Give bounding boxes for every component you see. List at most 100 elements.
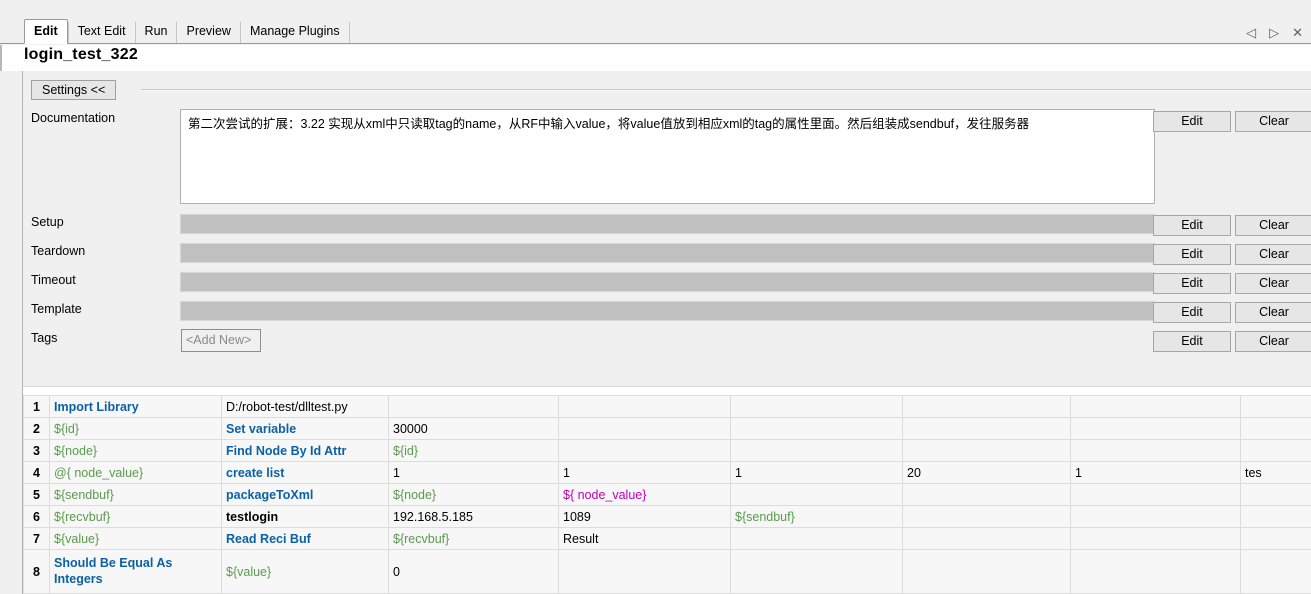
table-cell[interactable]: D:/robot-test/dlltest.py [221,395,389,418]
table-cell[interactable]: Should Be Equal As Integers [49,549,222,594]
table-cell[interactable] [1240,417,1311,440]
teardown-field[interactable] [179,242,1156,264]
documentation-edit-button[interactable]: Edit [1153,111,1231,132]
table-cell[interactable] [1070,417,1241,440]
table-cell[interactable] [730,395,903,418]
template-edit-button[interactable]: Edit [1153,302,1231,323]
table-cell[interactable]: @{ node_value} [49,461,222,484]
table-cell[interactable]: 1 [388,461,559,484]
table-cell[interactable]: create list [221,461,389,484]
table-row[interactable]: 6 ${recvbuf} testlogin 192.168.5.185 1089 ${s… [23,505,1311,528]
table-cell [1070,483,1241,506]
table-cell[interactable] [558,395,731,418]
table-cell[interactable]: ${ node_value} [558,483,731,506]
table-cell[interactable] [902,505,1071,528]
table-cell[interactable] [558,549,731,594]
teardown-clear-button[interactable]: Clear [1235,244,1311,265]
table-cell[interactable]: 1 [558,461,731,484]
tab-preview[interactable]: Preview [176,22,240,43]
cell-text: 0 [393,564,400,579]
table-row[interactable]: 2 ${id} Set variable 30000 [23,417,1311,440]
table-cell[interactable]: ${id} [388,439,559,462]
table-cell[interactable]: Import Library [49,395,222,418]
cell-text: @{ node_value} [54,465,144,480]
table-cell[interactable] [1240,527,1311,550]
test-case-steps-grid[interactable]: 1 Import Library D:/robot-test/dlltest.py 2… [22,386,1311,594]
table-cell[interactable] [1240,549,1311,594]
table-cell[interactable] [558,417,731,440]
table-cell[interactable]: Find Node By Id Attr [221,439,389,462]
table-cell[interactable] [730,549,903,594]
table-cell [1070,549,1241,594]
robot-framework-ride-window: Edit Text Edit Run Preview Manage Plugin… [0,0,1311,594]
cell-text: ${node} [393,487,437,502]
documentation-field[interactable]: 第二次尝试的扩展：3.22 实现从xml中只读取tag的name，从RF中输入v… [180,109,1155,204]
prev-tab-icon[interactable]: ◁ [1246,26,1256,39]
timeout-clear-button[interactable]: Clear [1235,273,1311,294]
table-cell[interactable]: ${sendbuf} [49,483,222,506]
template-field[interactable] [179,300,1156,322]
table-cell [730,439,903,462]
table-row[interactable]: 1 Import Library D:/robot-test/dlltest.py [23,395,1311,418]
tags-edit-button[interactable]: Edit [1153,331,1231,352]
table-cell[interactable] [388,395,559,418]
next-tab-icon[interactable]: ▷ [1269,26,1279,39]
row-number: 1 [23,395,50,418]
setup-field[interactable] [179,213,1156,235]
cell-text: ${id} [54,421,80,436]
table-cell[interactable]: testlogin [221,505,389,528]
table-cell[interactable]: ${sendbuf} [730,505,903,528]
table-cell[interactable]: ${value} [221,549,389,594]
table-cell[interactable]: ${node} [49,439,222,462]
table-cell[interactable]: ${value} [49,527,222,550]
table-cell[interactable] [1240,505,1311,528]
table-cell[interactable]: tes [1240,461,1311,484]
tags-clear-button[interactable]: Clear [1235,331,1311,352]
tab-text-edit[interactable]: Text Edit [67,22,135,43]
table-cell[interactable]: 1 [730,461,903,484]
table-cell[interactable]: Read Reci Buf [221,527,389,550]
table-cell[interactable] [902,417,1071,440]
table-row[interactable]: 8 Should Be Equal As Integers ${value} 0 [23,549,1311,594]
table-cell[interactable]: ${id} [49,417,222,440]
tags-add-new-field[interactable]: <Add New> [181,329,261,352]
table-cell[interactable] [1240,439,1311,462]
table-cell[interactable]: 192.168.5.185 [388,505,559,528]
table-cell[interactable] [902,395,1071,418]
cell-text: ${sendbuf} [54,487,114,502]
table-cell[interactable]: 0 [388,549,559,594]
table-cell[interactable]: ${recvbuf} [49,505,222,528]
settings-toggle-button[interactable]: Settings << [31,80,117,100]
close-tab-icon[interactable]: ✕ [1292,26,1303,39]
table-cell[interactable]: 1 [1070,461,1241,484]
table-cell[interactable] [1240,395,1311,418]
table-cell[interactable]: ${node} [388,483,559,506]
documentation-clear-button[interactable]: Clear [1235,111,1311,132]
table-cell[interactable] [1240,483,1311,506]
table-cell[interactable]: packageToXml [221,483,389,506]
table-cell[interactable]: ${recvbuf} [388,527,559,550]
table-row[interactable]: 7 ${value} Read Reci Buf ${recvbuf} Result [23,527,1311,550]
timeout-field[interactable] [179,271,1156,293]
timeout-edit-button[interactable]: Edit [1153,273,1231,294]
tab-edit[interactable]: Edit [24,19,68,44]
table-row[interactable]: 4 @{ node_value} create list 1 1 1 20 1 tes [23,461,1311,484]
table-cell[interactable] [1070,395,1241,418]
tab-run[interactable]: Run [134,22,177,43]
template-label: Template [31,302,82,316]
table-cell[interactable]: Result [558,527,731,550]
tags-label: Tags [31,331,58,345]
setup-clear-button[interactable]: Clear [1235,215,1311,236]
table-row[interactable]: 5 ${sendbuf} packageToXml ${node} ${ node_va… [23,483,1311,506]
table-cell[interactable]: 20 [902,461,1071,484]
tab-manage-plugins[interactable]: Manage Plugins [239,22,349,43]
table-cell[interactable]: 30000 [388,417,559,440]
template-clear-button[interactable]: Clear [1235,302,1311,323]
table-cell[interactable] [730,417,903,440]
cell-text: 30000 [393,421,428,436]
teardown-edit-button[interactable]: Edit [1153,244,1231,265]
table-cell[interactable]: Set variable [221,417,389,440]
table-cell[interactable]: 1089 [558,505,731,528]
table-row[interactable]: 3 ${node} Find Node By Id Attr ${id} [23,439,1311,462]
setup-edit-button[interactable]: Edit [1153,215,1231,236]
